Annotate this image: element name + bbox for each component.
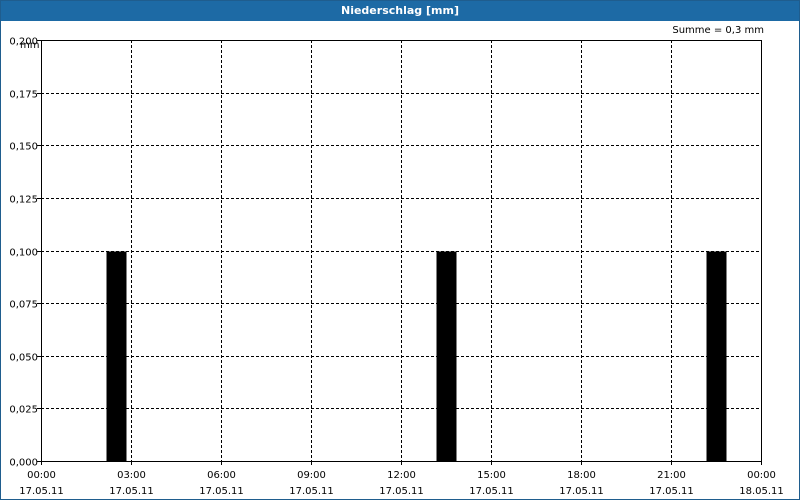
y-tick-label: 0,150 bbox=[9, 142, 38, 153]
x-tick-time-label: 15:00 bbox=[477, 470, 506, 481]
y-tick-label: 0,100 bbox=[9, 248, 38, 259]
x-tick-date-label: 17.05.11 bbox=[19, 486, 64, 497]
grid-lines bbox=[41, 40, 761, 461]
precipitation-bar bbox=[106, 251, 127, 462]
y-tick-label: 0,025 bbox=[9, 405, 38, 416]
x-tick-date-label: 17.05.11 bbox=[289, 486, 334, 497]
x-tick-time-label: 21:00 bbox=[657, 470, 686, 481]
y-tick-label: 0,125 bbox=[9, 195, 38, 206]
x-tick-date-label: 17.05.11 bbox=[649, 486, 694, 497]
y-tick-label: 0,050 bbox=[9, 353, 38, 364]
precipitation-bar bbox=[436, 251, 457, 462]
y-tick-label: 0,000 bbox=[9, 458, 38, 469]
x-tick-date-label: 17.05.11 bbox=[559, 486, 604, 497]
x-tick-date-label: 17.05.11 bbox=[379, 486, 424, 497]
x-tick-time-label: 18:00 bbox=[567, 470, 596, 481]
x-tick-time-label: 03:00 bbox=[117, 470, 146, 481]
x-tick-date-label: 17.05.11 bbox=[109, 486, 154, 497]
y-tick-label: 0,200 bbox=[9, 37, 38, 48]
x-axis-ticks: 00:00 17.05.11 03:00 17.05.11 06:00 17.05.11 0… bbox=[19, 461, 784, 497]
precipitation-chart: 0,000 0,025 0,050 0,075 0,100 0,125 0,150 0,175… bbox=[9, 37, 784, 498]
y-axis-ticks: 0,000 0,025 0,050 0,075 0,100 0,125 0,150 0,175… bbox=[9, 37, 41, 469]
x-tick-time-label: 09:00 bbox=[297, 470, 326, 481]
x-tick-date-label: 17.05.11 bbox=[469, 486, 514, 497]
precipitation-bar bbox=[706, 251, 727, 462]
x-tick-time-label: 12:00 bbox=[387, 470, 416, 481]
x-tick-date-label: 17.05.11 bbox=[199, 486, 244, 497]
y-tick-label: 0,175 bbox=[9, 90, 38, 101]
y-tick-label: 0,075 bbox=[9, 300, 38, 311]
x-tick-time-label: 00:00 bbox=[747, 470, 776, 481]
x-tick-time-label: 00:00 bbox=[27, 470, 56, 481]
x-tick-date-label: 18.05.11 bbox=[739, 486, 784, 497]
x-tick-time-label: 06:00 bbox=[207, 470, 236, 481]
